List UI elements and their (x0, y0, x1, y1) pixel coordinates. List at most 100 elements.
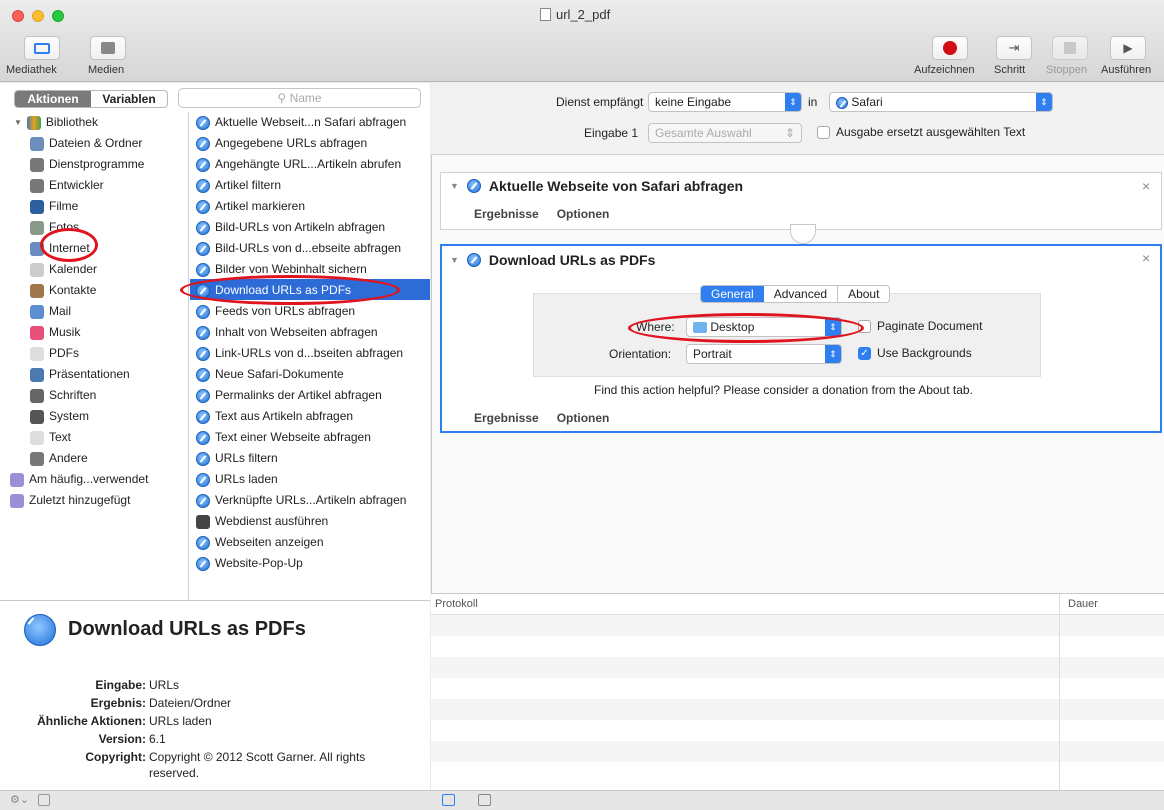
action-item[interactable]: Webseiten anzeigen (196, 532, 324, 553)
action-item[interactable]: URLs laden (196, 469, 278, 490)
category-icon (30, 409, 44, 424)
library-item[interactable]: Andere (30, 448, 88, 469)
tab-general[interactable]: General (701, 286, 764, 302)
backgrounds-checkbox[interactable]: ✓ Use Backgrounds (858, 346, 972, 360)
input-label: Eingabe 1 (584, 126, 639, 140)
action-item[interactable]: Website-Pop-Up (196, 553, 303, 574)
library-item[interactable]: Entwickler (30, 175, 104, 196)
action-item[interactable]: Webdienst ausführen (196, 511, 328, 532)
results-tab[interactable]: Ergebnisse (474, 207, 539, 221)
library-item[interactable]: Filme (30, 196, 78, 217)
action-item[interactable]: Aktuelle Webseit...n Safari abfragen (196, 112, 406, 133)
safari-icon (196, 430, 210, 445)
safari-icon (196, 304, 210, 319)
action-item[interactable]: Bild-URLs von Artikeln abfragen (196, 217, 385, 238)
media-label: Medien (88, 64, 125, 76)
tab-advanced[interactable]: Advanced (764, 286, 839, 302)
automator-icon (196, 514, 210, 529)
smart-group-item[interactable]: Am häufig...verwendet (10, 469, 148, 490)
action-item[interactable]: Text aus Artikeln abfragen (196, 406, 353, 427)
category-icon (30, 325, 44, 340)
paginate-checkbox[interactable]: Paginate Document (858, 319, 982, 333)
library-item[interactable]: Mail (30, 301, 71, 322)
safari-icon (196, 136, 210, 151)
action-item[interactable]: Artikel filtern (196, 175, 281, 196)
log-column-header[interactable]: Protokoll (435, 598, 478, 610)
service-input-popup[interactable]: keine Eingabe ⇕ (648, 92, 802, 112)
record-icon (943, 41, 957, 55)
safari-icon (196, 493, 210, 508)
minimize-window-icon[interactable] (32, 10, 44, 22)
step-button[interactable]: ⇥ (996, 36, 1032, 60)
duration-column-header[interactable]: Dauer (1068, 598, 1098, 610)
smart-group-item[interactable]: Zuletzt hinzugefügt (10, 490, 130, 511)
library-item[interactable]: Schriften (30, 385, 96, 406)
replace-text-checkbox[interactable]: Ausgabe ersetzt ausgewählten Text (817, 125, 1025, 139)
library-item[interactable]: System (30, 406, 89, 427)
action-item[interactable]: Artikel markieren (196, 196, 305, 217)
action-item[interactable]: Angehängte URL...Artikeln abrufen (196, 154, 401, 175)
run-button[interactable]: ▶ (1110, 36, 1146, 60)
library-item[interactable]: Kalender (30, 259, 97, 280)
media-button[interactable] (90, 36, 126, 60)
action1-title[interactable]: ▼ Aktuelle Webseite von Safari abfragen (450, 178, 743, 194)
list-view-icon[interactable] (442, 794, 455, 806)
orientation-popup[interactable]: Portrait ⇕ (686, 344, 842, 364)
category-icon (30, 304, 44, 319)
safari-icon (196, 157, 210, 172)
close-action-icon[interactable]: × (1142, 178, 1150, 194)
tab-about[interactable]: About (838, 286, 889, 302)
library-item[interactable]: Präsentationen (30, 364, 130, 385)
category-icon (30, 220, 44, 235)
library-folder-icon (26, 115, 41, 130)
record-label: Aufzeichnen (914, 64, 975, 76)
zoom-window-icon[interactable] (52, 10, 64, 22)
application-popup[interactable]: Safari ⇕ (829, 92, 1053, 112)
library-item[interactable]: Kontakte (30, 280, 96, 301)
library-item[interactable]: PDFs (30, 343, 79, 364)
category-icon (30, 262, 44, 277)
action-item[interactable]: Verknüpfte URLs...Artikeln abfragen (196, 490, 406, 511)
action-item[interactable]: Neue Safari-Dokumente (196, 364, 344, 385)
close-action-icon[interactable]: × (1142, 250, 1150, 266)
results-tab[interactable]: Ergebnisse (474, 411, 539, 425)
chevron-updown-icon: ⇕ (1036, 93, 1052, 111)
action-item[interactable]: Inhalt von Webseiten abfragen (196, 322, 378, 343)
library-item[interactable]: Text (30, 427, 71, 448)
action-item[interactable]: Text einer Webseite abfragen (196, 427, 371, 448)
sidebar-icon (34, 42, 50, 54)
input-selection-popup[interactable]: Gesamte Auswahl ⇕ (648, 123, 802, 143)
library-root[interactable]: ▼ Bibliothek (14, 112, 98, 133)
action-item[interactable]: Bild-URLs von d...ebseite abfragen (196, 238, 401, 259)
tab-actions[interactable]: Aktionen (15, 91, 91, 107)
action-item[interactable]: Angegebene URLs abfragen (196, 133, 367, 154)
library-button[interactable] (24, 36, 60, 60)
options-tab[interactable]: Optionen (557, 207, 610, 221)
chevron-updown-icon: ⇕ (785, 93, 801, 111)
search-icon: ⚲ (277, 91, 287, 105)
checkmark-icon: ✓ (858, 346, 871, 360)
action-item[interactable]: Permalinks der Artikel abfragen (196, 385, 382, 406)
checkbox-icon (817, 125, 830, 139)
library-segmented-control: Aktionen Variablen (14, 90, 168, 108)
action1-subtabs: Ergebnisse Optionen (474, 207, 609, 221)
library-item[interactable]: Dienstprogramme (30, 154, 144, 175)
record-button[interactable] (932, 36, 968, 60)
safari-icon (196, 388, 210, 403)
library-item[interactable]: Dateien & Ordner (30, 133, 142, 154)
action2-title[interactable]: ▼ Download URLs as PDFs (450, 252, 655, 268)
gear-menu-icon[interactable]: ⚙⌄ (10, 793, 29, 806)
category-icon (30, 388, 44, 403)
tab-variables[interactable]: Variablen (91, 91, 167, 107)
disclosure-triangle-icon: ▼ (450, 181, 459, 191)
options-tab[interactable]: Optionen (557, 411, 610, 425)
library-item[interactable]: Musik (30, 322, 80, 343)
stop-button[interactable] (1052, 36, 1088, 60)
action-item[interactable]: Link-URLs von d...bseiten abfragen (196, 343, 403, 364)
search-input[interactable]: ⚲ Name (178, 88, 421, 108)
close-window-icon[interactable] (12, 10, 24, 22)
safari-icon (196, 178, 210, 193)
toggle-description-icon[interactable] (38, 794, 50, 806)
action-item[interactable]: URLs filtern (196, 448, 278, 469)
log-view-icon[interactable] (478, 794, 491, 806)
